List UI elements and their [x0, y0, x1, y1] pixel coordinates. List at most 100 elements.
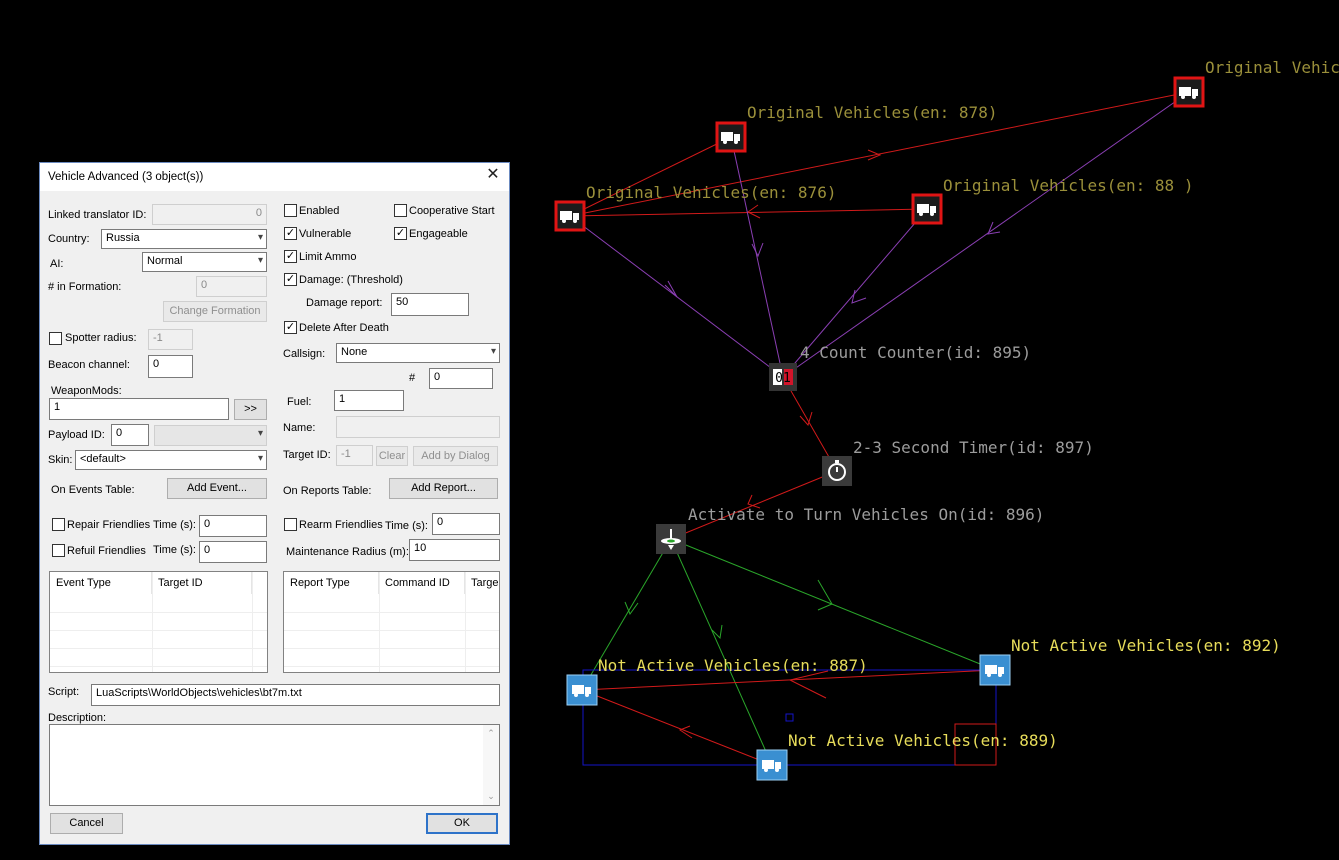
- description-scrollbar[interactable]: ⌃ ⌄: [483, 725, 499, 805]
- label-counter: 4 Count Counter(id: 895): [800, 343, 1031, 362]
- edges-red-bottom: [581, 669, 996, 766]
- formation-label: # in Formation:: [48, 281, 122, 293]
- callsign-label: Callsign:: [283, 348, 326, 360]
- vehicle-node-887[interactable]: [566, 674, 598, 706]
- limit-ammo-label: Limit Ammo: [299, 251, 357, 263]
- reports-table-label: On Reports Table:: [283, 485, 372, 497]
- ok-button[interactable]: OK: [426, 813, 498, 834]
- enabled-label: Enabled: [299, 205, 340, 217]
- vehicle-node-889[interactable]: [756, 749, 788, 781]
- script-field[interactable]: LuaScripts\WorldObjects\vehicles\bt7m.tx…: [91, 684, 500, 706]
- label-veh-887: Not Active Vehicles(en: 887): [598, 656, 868, 675]
- clear-button: Clear: [376, 446, 408, 466]
- cancel-button[interactable]: Cancel: [50, 813, 123, 834]
- ai-dropdown[interactable]: Normal ▾: [142, 252, 267, 272]
- callsign-value: None: [341, 346, 368, 358]
- maintenance-radius-field[interactable]: 10: [409, 539, 500, 561]
- label-veh-876: Original Vehicles(en: 876): [586, 183, 836, 202]
- spotter-label: Spotter radius:: [65, 332, 137, 344]
- beacon-label: Beacon channel:: [48, 359, 130, 371]
- ai-label: AI:: [50, 258, 64, 270]
- label-timer: 2-3 Second Timer(id: 897): [853, 438, 1094, 457]
- reports-table[interactable]: Report Type Command ID Targe: [283, 571, 500, 673]
- dialog-titlebar[interactable]: Vehicle Advanced (3 object(s)) ✕: [40, 163, 509, 191]
- vehicle-node-892[interactable]: [979, 654, 1011, 686]
- skin-value: <default>: [80, 453, 126, 465]
- coop-start-checkbox[interactable]: [394, 204, 407, 217]
- repair-label: Repair Friendlies: [67, 519, 151, 531]
- damage-report-label: Damage report:: [306, 297, 383, 309]
- ai-value: Normal: [147, 255, 183, 267]
- refuil-label: Refuil Friendlies: [67, 545, 146, 557]
- label-activator: Activate to Turn Vehicles On(id: 896): [688, 505, 1044, 524]
- reports-col-command-id[interactable]: Command ID: [379, 572, 465, 594]
- reports-col-target[interactable]: Targe: [465, 572, 499, 594]
- weaponmods-field[interactable]: 1: [49, 398, 229, 420]
- close-icon[interactable]: ✕: [485, 167, 501, 183]
- label-veh-889: Not Active Vehicles(en: 889): [788, 731, 1058, 750]
- change-formation-button: Change Formation: [163, 301, 267, 322]
- description-field[interactable]: ⌃ ⌄: [49, 724, 500, 806]
- label-veh-881: Original Vehicles(en: 88 ): [943, 176, 1193, 195]
- beacon-field[interactable]: 0: [148, 355, 193, 378]
- delete-after-death-label: Delete After Death: [299, 322, 389, 334]
- vulnerable-checkbox[interactable]: ✓: [284, 227, 297, 240]
- skin-dropdown[interactable]: <default> ▾: [75, 450, 267, 470]
- fuel-field[interactable]: 1: [334, 390, 404, 411]
- label-veh-top-right: Original Vehic: [1205, 58, 1339, 77]
- events-col-target-id[interactable]: Target ID: [152, 572, 252, 594]
- vehicle-advanced-dialog: Vehicle Advanced (3 object(s)) ✕ Linked …: [39, 162, 510, 845]
- rearm-time-label: Time (s):: [385, 520, 428, 532]
- reports-col-report-type[interactable]: Report Type: [284, 572, 379, 594]
- repair-time-field[interactable]: 0: [199, 515, 267, 537]
- label-veh-878: Original Vehicles(en: 878): [747, 103, 997, 122]
- formation-field: 0: [196, 276, 267, 297]
- activator-node[interactable]: [656, 524, 686, 554]
- refuil-time-label: Time (s):: [153, 544, 196, 556]
- scroll-down-icon[interactable]: ⌄: [483, 791, 499, 802]
- scroll-up-icon[interactable]: ⌃: [483, 728, 499, 739]
- refuil-checkbox[interactable]: [52, 544, 65, 557]
- vehicle-node-876[interactable]: [554, 200, 586, 232]
- callsign-dropdown[interactable]: None ▾: [336, 343, 500, 363]
- refuil-time-field[interactable]: 0: [199, 541, 267, 563]
- description-label: Description:: [48, 712, 107, 724]
- engageable-checkbox[interactable]: ✓: [394, 227, 407, 240]
- coop-start-label: Cooperative Start: [409, 205, 495, 217]
- add-event-button[interactable]: Add Event...: [167, 478, 267, 499]
- country-label: Country:: [48, 233, 90, 245]
- target-label: Target ID:: [283, 449, 331, 461]
- vehicle-node-881[interactable]: [911, 193, 943, 225]
- counter-node[interactable]: 01: [769, 363, 797, 391]
- country-value: Russia: [106, 232, 140, 244]
- enabled-checkbox[interactable]: [284, 204, 297, 217]
- name-field: [336, 416, 500, 438]
- repair-checkbox[interactable]: [52, 518, 65, 531]
- edges-purple: [569, 91, 1190, 378]
- timer-node[interactable]: [822, 456, 852, 486]
- damage-checkbox[interactable]: ✓: [284, 273, 297, 286]
- events-col-event-type[interactable]: Event Type: [50, 572, 152, 594]
- payload-dropdown: ▾: [154, 425, 267, 446]
- weaponmods-button[interactable]: >>: [234, 399, 267, 420]
- spotter-checkbox[interactable]: [49, 332, 62, 345]
- rearm-checkbox[interactable]: [284, 518, 297, 531]
- rearm-label: Rearm Friendlies: [299, 519, 383, 531]
- events-table[interactable]: Event Type Target ID: [49, 571, 268, 673]
- country-dropdown[interactable]: Russia ▾: [101, 229, 267, 249]
- skin-label: Skin:: [48, 454, 73, 466]
- vehicle-node-878[interactable]: [715, 121, 747, 153]
- add-report-button[interactable]: Add Report...: [389, 478, 498, 499]
- hash-field[interactable]: 0: [429, 368, 493, 389]
- linked-translator-field: 0: [152, 204, 267, 225]
- repair-time-label: Time (s):: [153, 519, 196, 531]
- vehicle-node-top-right[interactable]: [1173, 76, 1205, 108]
- weaponmods-label: WeaponMods:: [51, 385, 122, 397]
- damage-report-field[interactable]: 50: [391, 293, 469, 316]
- linked-translator-label: Linked translator ID:: [48, 209, 147, 221]
- dialog-title: Vehicle Advanced (3 object(s)): [48, 171, 204, 183]
- rearm-time-field[interactable]: 0: [432, 513, 500, 535]
- limit-ammo-checkbox[interactable]: ✓: [284, 250, 297, 263]
- payload-field[interactable]: 0: [111, 424, 149, 446]
- delete-after-death-checkbox[interactable]: ✓: [284, 321, 297, 334]
